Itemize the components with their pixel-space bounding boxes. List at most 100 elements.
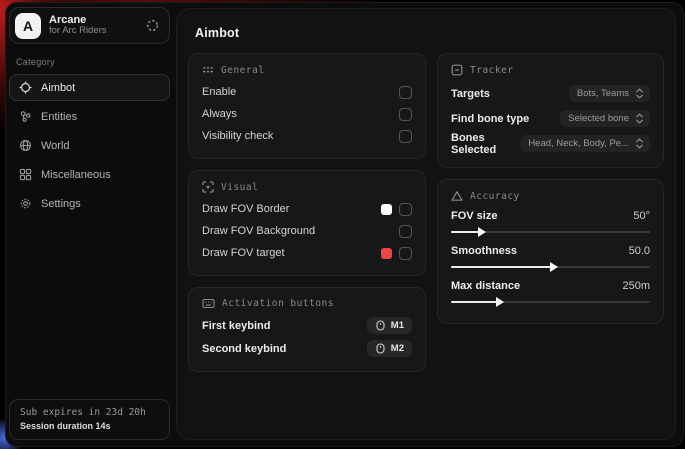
activation-card-title: Activation buttons (222, 298, 334, 309)
grid-dots-icon (202, 64, 214, 76)
fov-target-color-swatch[interactable] (381, 248, 392, 259)
sidebar-nav: Aimbot Entities (6, 74, 176, 217)
setting-row-fov-size: FOV size 50° (451, 207, 650, 238)
row-controls (399, 225, 412, 238)
targets-dropdown[interactable]: Bots, Teams (569, 85, 650, 102)
crosshair-icon (19, 81, 32, 94)
sidebar-item-label: Aimbot (41, 82, 75, 94)
subscription-info-box: Sub expires in 23d 20h Session duration … (9, 399, 170, 440)
setting-row-visibility-check: Visibility check (202, 125, 412, 147)
setting-label: Bones Selected (451, 132, 520, 156)
slider-thumb[interactable] (550, 262, 558, 272)
grid-icon (19, 168, 32, 181)
general-card-title: General (221, 65, 265, 76)
sidebar-item-entities[interactable]: Entities (9, 103, 170, 130)
app-logo: A (15, 13, 41, 39)
slider-fill (451, 301, 497, 303)
setting-row-second-keybind: Second keybind M2 (202, 337, 412, 360)
max-distance-value: 250m (622, 280, 650, 292)
general-card: General Enable Always Visibility check (188, 53, 426, 159)
dropdown-value: Selected bone (568, 113, 629, 124)
sidebar-item-label: World (41, 140, 70, 152)
visibility-check-checkbox[interactable] (399, 130, 412, 143)
accuracy-card-title: Accuracy (470, 191, 520, 202)
sidebar-item-label: Miscellaneous (41, 169, 111, 181)
loader-icon[interactable] (146, 19, 159, 32)
setting-label: Visibility check (202, 130, 273, 142)
setting-row-targets: Targets Bots, Teams (451, 81, 650, 106)
setting-label: Draw FOV target (202, 247, 285, 259)
left-column: General Enable Always Visibility check (188, 53, 426, 372)
fov-border-color-swatch[interactable] (381, 204, 392, 215)
bones-selected-dropdown[interactable]: Head, Neck, Body, Pe... (520, 135, 650, 152)
dropdown-value: Bots, Teams (577, 88, 629, 99)
enable-checkbox[interactable] (399, 86, 412, 99)
sidebar-item-world[interactable]: World (9, 132, 170, 159)
sidebar-item-miscellaneous[interactable]: Miscellaneous (9, 161, 170, 188)
setting-row-find-bone-type: Find bone type Selected bone (451, 106, 650, 131)
row-controls (381, 247, 412, 260)
setting-label: Draw FOV Border (202, 203, 289, 215)
setting-label: Enable (202, 86, 236, 98)
content-columns: General Enable Always Visibility check (188, 53, 664, 372)
brand-text: Arcane for Arc Riders (49, 14, 138, 38)
first-keybind-button[interactable]: M1 (367, 317, 412, 334)
general-card-header: General (202, 64, 412, 76)
setting-label: Second keybind (202, 343, 286, 355)
setting-label: Find bone type (451, 113, 529, 125)
setting-row-max-distance: Max distance 250m (451, 277, 650, 308)
globe-icon (19, 139, 32, 152)
setting-row-enable: Enable (202, 81, 412, 103)
setting-row-draw-fov-background: Draw FOV Background (202, 220, 412, 242)
setting-label: FOV size (451, 210, 497, 222)
sidebar: A Arcane for Arc Riders Category (6, 3, 176, 446)
slider-thumb[interactable] (496, 297, 504, 307)
fov-size-slider[interactable] (451, 226, 650, 238)
square-minus-icon (451, 64, 463, 76)
visual-card-header: Visual (202, 181, 412, 193)
sidebar-item-settings[interactable]: Settings (9, 190, 170, 217)
mouse-icon (375, 320, 386, 331)
draw-fov-target-checkbox[interactable] (399, 247, 412, 260)
setting-row-bones-selected: Bones Selected Head, Neck, Body, Pe... (451, 131, 650, 156)
row-controls (381, 203, 412, 216)
setting-label: Smoothness (451, 245, 517, 257)
draw-fov-background-checkbox[interactable] (399, 225, 412, 238)
page-title: Aimbot (195, 26, 664, 40)
setting-label: Always (202, 108, 237, 120)
second-keybind-button[interactable]: M2 (367, 340, 412, 357)
slider-fill (451, 266, 551, 268)
dropdown-value: Head, Neck, Body, Pe... (528, 138, 629, 149)
smoothness-value: 50.0 (629, 245, 650, 257)
accuracy-card: Accuracy FOV size 50° (437, 179, 664, 324)
keybind-value: M2 (391, 343, 404, 354)
session-duration-text: Session duration 14s (20, 421, 159, 431)
gear-icon (19, 197, 32, 210)
tracker-card: Tracker Targets Bots, Teams (437, 53, 664, 168)
slider-thumb[interactable] (478, 227, 486, 237)
tracker-card-header: Tracker (451, 64, 650, 76)
setting-row-draw-fov-border: Draw FOV Border (202, 198, 412, 220)
max-distance-slider[interactable] (451, 296, 650, 308)
setting-row-first-keybind: First keybind M1 (202, 314, 412, 337)
tracker-card-title: Tracker (470, 65, 514, 76)
chevrons-up-down-icon (635, 88, 644, 99)
activation-card-header: Activation buttons (202, 298, 412, 309)
mouse-icon (375, 343, 386, 354)
brand-subtitle: for Arc Riders (49, 26, 138, 37)
always-checkbox[interactable] (399, 108, 412, 121)
visual-card-title: Visual (221, 182, 258, 193)
draw-fov-border-checkbox[interactable] (399, 203, 412, 216)
setting-label: Targets (451, 88, 490, 100)
brand-box: A Arcane for Arc Riders (9, 7, 170, 44)
category-label: Category (16, 57, 176, 67)
setting-label: First keybind (202, 320, 270, 332)
sidebar-item-aimbot[interactable]: Aimbot (9, 74, 170, 101)
triangle-icon (451, 190, 463, 202)
app-window: A Arcane for Arc Riders Category (5, 2, 684, 447)
chevrons-up-down-icon (635, 113, 644, 124)
smoothness-slider[interactable] (451, 261, 650, 273)
setting-row-always: Always (202, 103, 412, 125)
find-bone-type-dropdown[interactable]: Selected bone (560, 110, 650, 127)
keyboard-icon (202, 298, 215, 309)
